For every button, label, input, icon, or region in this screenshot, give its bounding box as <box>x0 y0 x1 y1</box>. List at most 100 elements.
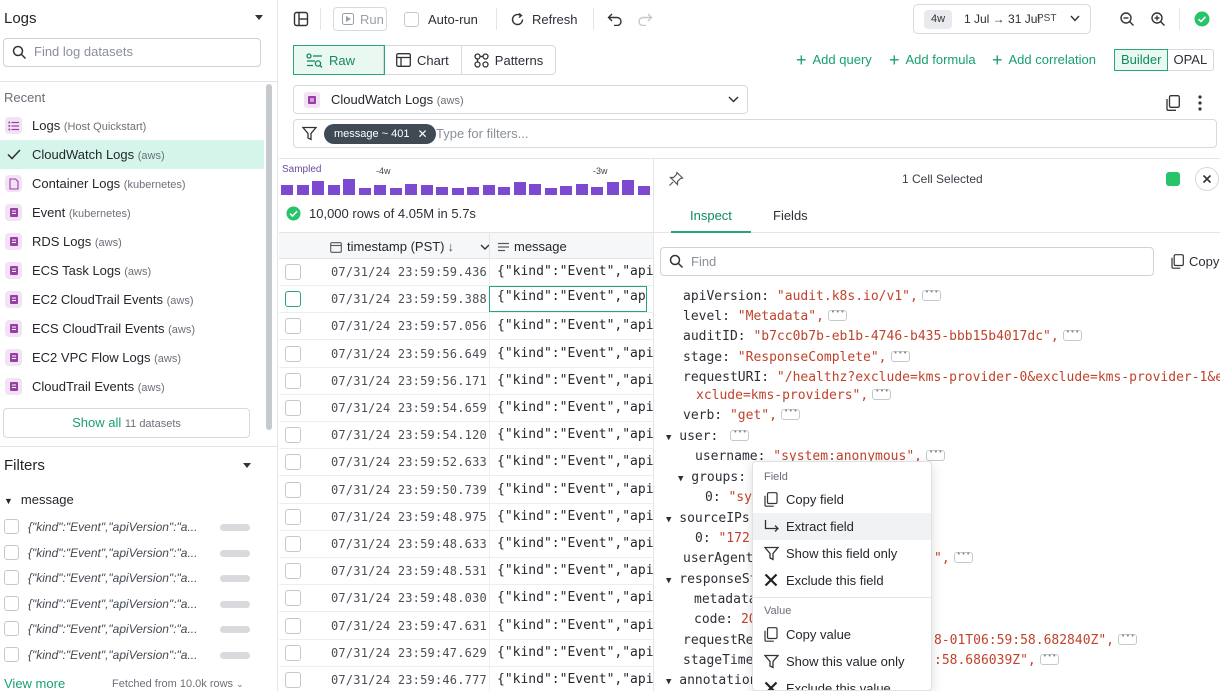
cell-timestamp[interactable]: 07/31/24 23:59:57.056 <box>331 319 487 333</box>
add-correlation-button[interactable]: + Add correlation <box>992 51 1096 69</box>
histogram-bar[interactable] <box>591 187 603 195</box>
field-actions-icon[interactable] <box>953 550 973 563</box>
caret-down-icon[interactable] <box>254 14 264 21</box>
tab-raw[interactable]: Raw <box>293 45 385 75</box>
table-row[interactable]: 07/31/24 23:59:47.629 {"kind":"Event","ap… <box>279 640 653 667</box>
filter-chip[interactable]: message ~ 401 ✕ <box>324 124 436 144</box>
filter-field-message[interactable]: ▼ message <box>4 492 74 507</box>
cell-timestamp[interactable]: 07/31/24 23:59:56.171 <box>331 374 487 388</box>
filter-value-checkbox[interactable] <box>4 647 19 662</box>
row-checkbox[interactable] <box>285 346 301 362</box>
row-checkbox[interactable] <box>285 373 301 389</box>
json-line[interactable]: apiVersion: "audit.k8s.io/v1", <box>683 288 941 304</box>
sidebar-dataset-item[interactable]: ECS CloudTrail Events (aws) <box>0 314 264 343</box>
expand-triangle-icon[interactable]: ▼ <box>666 433 671 443</box>
column-header-timestamp[interactable]: timestamp (PST) ↓ <box>330 239 490 254</box>
table-row[interactable]: 07/31/24 23:59:46.777 {"kind":"Event","ap… <box>279 667 653 691</box>
json-line[interactable]: ▼ annotation <box>666 673 758 688</box>
table-row[interactable]: 07/31/24 23:59:59.436 {"kind":"Event","ap… <box>279 259 653 286</box>
sidebar-dataset-item[interactable]: EC2 CloudTrail Events (aws) <box>0 285 264 314</box>
cell-timestamp[interactable]: 07/31/24 23:59:59.388 <box>331 292 487 306</box>
json-line[interactable]: metadata <box>694 592 757 607</box>
histogram-bar[interactable] <box>607 182 619 195</box>
histogram-bar[interactable] <box>405 184 417 195</box>
cell-message[interactable]: {"kind":"Event","apiVersion" <box>497 563 653 578</box>
cell-message[interactable]: {"kind":"Event","apiVersion" <box>497 590 653 605</box>
cell-timestamp[interactable]: 07/31/24 23:59:48.531 <box>331 564 487 578</box>
cell-message[interactable]: {"kind":"Event","apiVersion" <box>497 400 653 415</box>
sidebar-dataset-item[interactable]: ECS Task Logs (aws) <box>0 256 264 285</box>
toggle-sidebar-button[interactable] <box>293 7 309 31</box>
dataset-selector[interactable]: CloudWatch Logs (aws) <box>293 85 748 114</box>
json-line[interactable]: requestRe <box>683 633 753 648</box>
menu-item-copy-value[interactable]: Copy value <box>753 621 931 648</box>
histogram-bar[interactable] <box>281 185 293 195</box>
cell-message[interactable]: {"kind":"Event","apiVersion" <box>489 286 647 312</box>
tab-fields[interactable]: Fields <box>773 208 808 223</box>
row-checkbox[interactable] <box>285 264 301 280</box>
copy-query-button[interactable] <box>1166 91 1180 115</box>
sidebar-header[interactable]: Logs <box>4 10 266 30</box>
field-actions-icon[interactable] <box>1039 652 1059 665</box>
field-actions-icon[interactable] <box>926 448 945 461</box>
expand-triangle-icon[interactable]: ▼ <box>678 474 683 484</box>
cell-timestamp[interactable]: 07/31/24 23:59:54.120 <box>331 428 487 442</box>
histogram-bar[interactable] <box>374 185 386 195</box>
histogram-bar[interactable] <box>359 188 371 195</box>
row-checkbox[interactable] <box>285 454 301 470</box>
add-formula-button[interactable]: + Add formula <box>889 51 976 69</box>
json-line[interactable]: 0: "172. <box>695 531 758 546</box>
row-checkbox[interactable] <box>285 590 301 606</box>
query-status-indicator[interactable] <box>1194 7 1210 31</box>
row-checkbox[interactable] <box>285 563 301 579</box>
row-checkbox[interactable] <box>285 427 301 443</box>
table-row[interactable]: 07/31/24 23:59:56.649 {"kind":"Event","ap… <box>279 341 653 368</box>
table-row[interactable]: 07/31/24 23:59:54.659 {"kind":"Event","ap… <box>279 395 653 422</box>
json-line[interactable]: auditID: "b7cc0b7b-eb1b-4746-b435-bbb15b… <box>683 328 1082 344</box>
cell-timestamp[interactable]: 07/31/24 23:59:59.436 <box>331 265 487 279</box>
cell-message[interactable]: {"kind":"Event","apiVersion" <box>497 509 653 524</box>
column-divider[interactable] <box>489 233 490 260</box>
run-button[interactable]: Run <box>333 7 387 31</box>
json-line[interactable]: ▼ user: <box>666 428 750 444</box>
row-checkbox[interactable] <box>285 509 301 525</box>
histogram-bar[interactable] <box>483 185 495 195</box>
show-all-datasets-button[interactable]: Show all 11 datasets <box>3 408 250 438</box>
filter-value-row[interactable]: {"kind":"Event","apiVersion":"a... <box>4 620 254 638</box>
histogram-bar[interactable] <box>390 188 402 195</box>
table-row[interactable]: 07/31/24 23:59:54.120 {"kind":"Event","ap… <box>279 422 653 449</box>
menu-item-show-value-only[interactable]: Show this value only <box>753 648 931 675</box>
sidebar-dataset-item[interactable]: Container Logs (kubernetes) <box>0 169 264 198</box>
row-checkbox[interactable] <box>285 291 301 307</box>
histogram-bar[interactable] <box>312 181 324 195</box>
row-checkbox[interactable] <box>285 618 301 634</box>
fetched-info[interactable]: Fetched from 10.0k rows ⌄ <box>112 678 244 690</box>
field-actions-icon[interactable] <box>872 387 892 400</box>
field-actions-icon[interactable] <box>1118 632 1138 645</box>
cell-timestamp[interactable]: 07/31/24 23:59:48.975 <box>331 510 487 524</box>
cell-timestamp[interactable]: 07/31/24 23:59:54.659 <box>331 401 487 415</box>
filter-value-checkbox[interactable] <box>4 596 19 611</box>
expand-triangle-icon[interactable]: ▼ <box>666 677 671 687</box>
field-actions-icon[interactable] <box>890 349 910 362</box>
table-row[interactable]: 07/31/24 23:59:48.531 {"kind":"Event","ap… <box>279 558 653 585</box>
expand-triangle-icon[interactable]: ▼ <box>666 515 671 525</box>
refresh-button[interactable]: Refresh <box>510 7 578 31</box>
dataset-search-input[interactable] <box>34 44 254 59</box>
histogram-bar[interactable] <box>514 182 526 195</box>
filter-value-checkbox[interactable] <box>4 621 19 636</box>
cell-message[interactable]: {"kind":"Event","apiVersion" <box>497 536 653 551</box>
json-line[interactable]: :58.686039Z", <box>934 652 1059 668</box>
cell-timestamp[interactable]: 07/31/24 23:59:56.649 <box>331 347 487 361</box>
histogram-bar[interactable] <box>576 184 588 195</box>
json-line[interactable]: level: "Metadata", <box>683 308 847 324</box>
histogram-bar[interactable] <box>638 186 650 195</box>
table-row[interactable]: 07/31/24 23:59:52.633 {"kind":"Event","ap… <box>279 449 653 476</box>
histogram-bar[interactable] <box>297 185 309 195</box>
json-line[interactable]: 8-01T06:59:58.682840Z", <box>934 632 1138 648</box>
histogram-bar[interactable] <box>436 187 448 195</box>
sidebar-dataset-item[interactable]: CloudWatch Logs (aws) <box>0 140 264 169</box>
json-line[interactable]: ▼ groups: <box>678 470 746 485</box>
dataset-search[interactable] <box>3 38 261 67</box>
cell-timestamp[interactable]: 07/31/24 23:59:48.633 <box>331 537 487 551</box>
